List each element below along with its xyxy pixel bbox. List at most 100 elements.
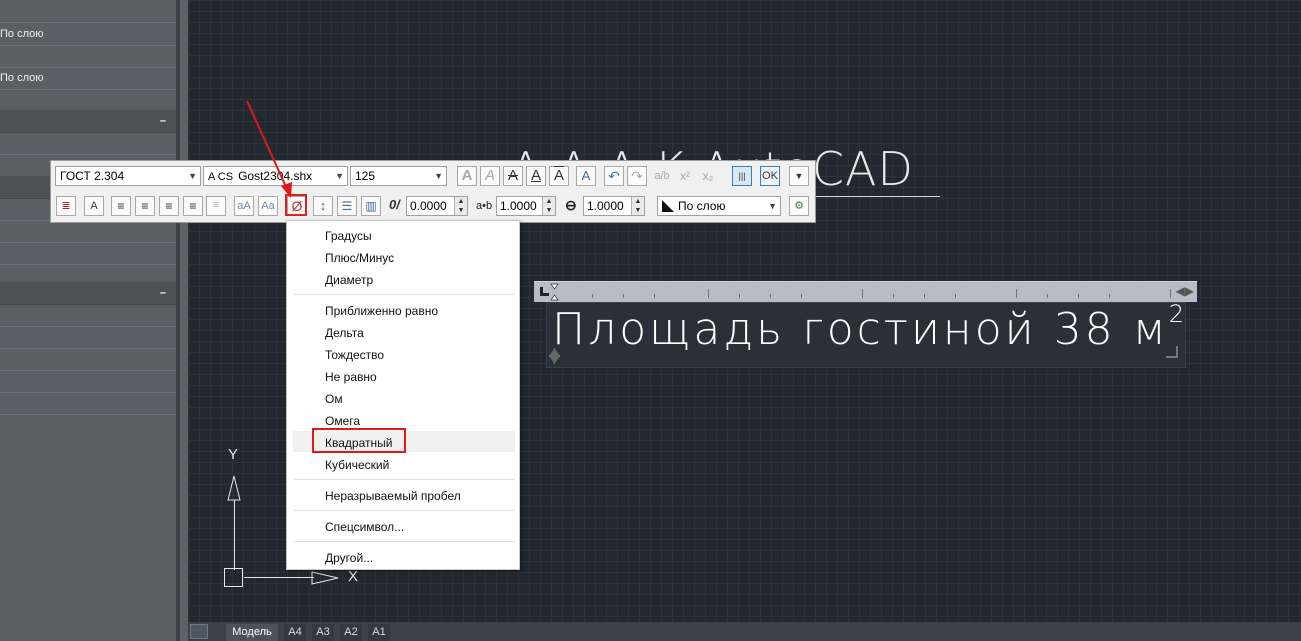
text-formatting-toolbar: ГОСТ 2.304 ▼ A CS Gost2304.shx ▼ 125 ▼ A A A… <box>50 160 816 223</box>
layout-menu-icon[interactable] <box>190 624 208 639</box>
spinner-icon[interactable]: ▲ ▼ <box>454 197 467 215</box>
menu-item-plus-minus[interactable]: Плюс/Минус <box>325 251 394 265</box>
redo-icon[interactable]: ↷ <box>627 166 647 186</box>
oblique-angle-input[interactable]: 0.0000 ▲ ▼ <box>406 196 468 216</box>
menu-item-special-symbol[interactable]: Спецсимвол... <box>325 520 404 534</box>
tab-a4[interactable]: A4 <box>284 624 306 641</box>
font-type-icon: A CS <box>208 171 234 183</box>
property-row[interactable] <box>0 0 176 23</box>
uppercase-icon[interactable]: Aa <box>258 196 278 216</box>
property-row[interactable]: По слою <box>0 67 176 90</box>
property-section-header[interactable]: – <box>0 282 176 305</box>
width-factor-input[interactable]: 1.0000 ▲ ▼ <box>583 196 645 216</box>
menu-item-nonbreaking-space[interactable]: Неразрываемый пробел <box>325 489 461 503</box>
property-row[interactable] <box>0 242 176 265</box>
text-style-select[interactable]: ГОСТ 2.304 ▼ <box>55 166 201 186</box>
collapse-icon[interactable]: – <box>160 282 166 304</box>
align-center-icon[interactable]: ≡ <box>135 196 155 216</box>
ucs-x-arrow-icon <box>311 571 339 585</box>
property-row[interactable] <box>0 326 176 349</box>
chevron-down-icon: ▼ <box>768 201 777 211</box>
property-row[interactable] <box>0 132 176 155</box>
symbol-button-highlight <box>285 194 307 216</box>
menu-separator <box>293 294 515 295</box>
property-row[interactable] <box>0 304 176 327</box>
color-swatch-icon <box>662 200 674 212</box>
align-left-icon[interactable]: ≡ <box>111 196 131 216</box>
property-row[interactable] <box>0 45 176 68</box>
ucs-x-axis <box>244 577 314 578</box>
property-row[interactable] <box>0 370 176 393</box>
menu-item-other[interactable]: Другой... <box>325 551 373 565</box>
ruler-toggle-icon[interactable]: ||| <box>732 166 752 186</box>
bold-icon[interactable]: A <box>457 166 477 186</box>
indent-marker-icon[interactable] <box>550 282 560 302</box>
collapse-icon[interactable]: – <box>160 110 166 132</box>
strikethrough-icon[interactable]: A <box>503 166 523 186</box>
menu-item-identity[interactable]: Тождество <box>325 348 384 362</box>
justify-icon[interactable]: ≡ <box>183 196 203 216</box>
menu-item-degrees[interactable]: Градусы <box>325 229 372 243</box>
text-height-select[interactable]: 125 ▼ <box>350 166 447 186</box>
text-color-icon[interactable]: A <box>576 166 596 186</box>
property-row[interactable] <box>0 89 176 112</box>
superscript-text: 2 <box>1168 300 1188 328</box>
tab-model[interactable]: Модель <box>226 624 278 641</box>
numbering-icon[interactable]: ☰ <box>337 196 357 216</box>
ok-button[interactable]: OK <box>760 166 780 186</box>
lowercase-icon[interactable]: aA <box>234 196 254 216</box>
tab-a1[interactable]: A1 <box>368 624 390 641</box>
chevron-down-icon: ▼ <box>434 171 443 181</box>
tracking-input[interactable]: 1.0000 ▲ ▼ <box>496 196 556 216</box>
menu-separator <box>293 510 515 511</box>
mtext-content[interactable]: Площадь гостиной 38 м2 <box>552 300 1187 355</box>
stack-format-icon[interactable]: ≣ <box>56 196 76 216</box>
ucs-origin-box <box>224 568 243 587</box>
spinner-icon[interactable]: ▲ ▼ <box>631 197 644 215</box>
tab-a2[interactable]: A2 <box>340 624 362 641</box>
options-chevron-icon[interactable]: ▼ <box>789 166 809 186</box>
menu-item-ohm[interactable]: Ом <box>325 392 343 406</box>
properties-panel: По слою По слою – – <box>0 0 180 641</box>
italic-icon[interactable]: A <box>480 166 500 186</box>
menu-item-cubed[interactable]: Кубический <box>325 458 389 472</box>
menu-item-almost-equal[interactable]: Приближенно равно <box>325 304 438 318</box>
align-right-icon[interactable]: ≡ <box>159 196 179 216</box>
tab-a3[interactable]: A3 <box>312 624 334 641</box>
property-row[interactable] <box>0 392 176 415</box>
menu-item-diameter[interactable]: Диаметр <box>325 273 373 287</box>
menu-item-omega[interactable]: Омега <box>325 414 360 428</box>
property-row[interactable] <box>0 348 176 371</box>
ucs-x-label: X <box>348 568 359 585</box>
overline-icon[interactable]: A <box>549 166 569 186</box>
stack-icon[interactable]: a/b <box>652 166 672 186</box>
field-insert-icon[interactable]: ⚙ <box>789 196 809 216</box>
menu-separator <box>293 541 515 542</box>
text-ruler[interactable]: ◀▶ <box>534 281 1197 302</box>
ruler-width-handle-icon[interactable]: ◀▶ <box>1176 284 1194 298</box>
color-select[interactable]: По слою ▼ <box>657 196 781 216</box>
font-select[interactable]: A CS Gost2304.shx ▼ <box>203 166 348 186</box>
underline-icon[interactable]: A <box>526 166 546 186</box>
columns-icon[interactable]: ▥ <box>361 196 381 216</box>
symbol-menu: Градусы Плюс/Минус Диаметр Приближенно р… <box>286 220 520 570</box>
menu-item-delta[interactable]: Дельта <box>325 326 364 340</box>
distribute-icon[interactable]: ≡ <box>206 196 226 216</box>
superscript-icon[interactable]: x² <box>675 166 695 186</box>
undo-icon[interactable]: ↶ <box>604 166 624 186</box>
width-factor-icon: ⊖ <box>565 197 577 213</box>
chevron-down-icon: ▼ <box>335 171 344 181</box>
property-row[interactable]: По слою <box>0 23 176 46</box>
property-row[interactable] <box>0 220 176 243</box>
menu-item-not-equal[interactable]: Не равно <box>325 370 377 384</box>
oblique-angle-icon: 0/ <box>389 197 400 212</box>
text-frame-icon[interactable]: A <box>84 196 104 216</box>
spinner-icon[interactable]: ▲ ▼ <box>542 197 555 215</box>
property-section-header[interactable]: – <box>0 110 176 133</box>
line-spacing-icon[interactable]: ↕ <box>313 196 333 216</box>
chevron-down-icon: ▼ <box>188 171 197 181</box>
squared-item-highlight <box>312 428 406 453</box>
panel-splitter[interactable] <box>180 0 188 641</box>
resize-handle-icon[interactable] <box>1166 346 1178 358</box>
subscript-icon[interactable]: x₂ <box>698 166 718 186</box>
